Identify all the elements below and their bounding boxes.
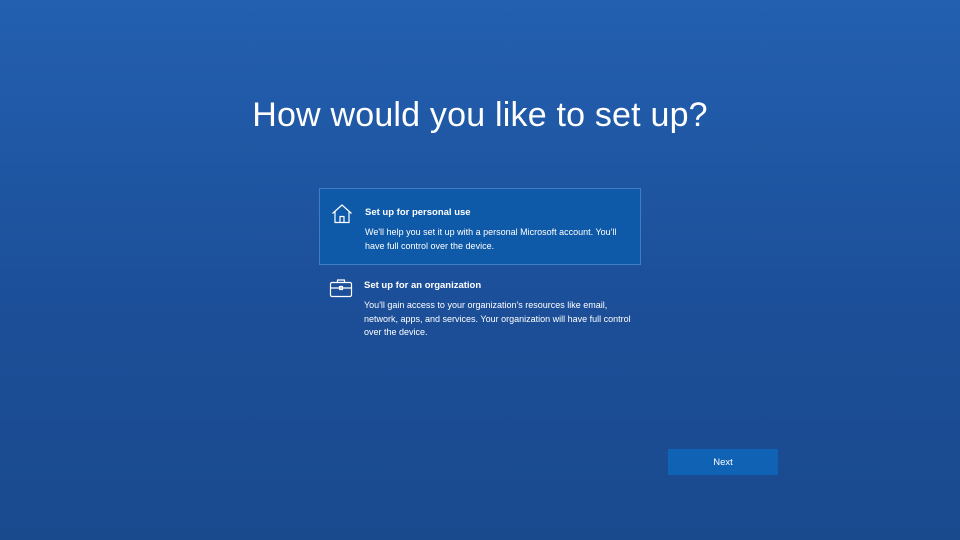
home-icon [330, 202, 354, 226]
option-personal-use-title: Set up for personal use [365, 207, 471, 218]
next-button[interactable]: Next [668, 449, 778, 475]
option-personal-use-description: We'll help you set it up with a personal… [365, 227, 617, 251]
briefcase-icon [329, 276, 353, 300]
option-organization-title: Set up for an organization [364, 280, 482, 291]
option-organization-description: You'll gain access to your organization'… [364, 300, 631, 337]
option-organization[interactable]: Set up for an organization You'll gain a… [319, 263, 641, 353]
page-title: How would you like to set up? [252, 96, 708, 134]
option-personal-use[interactable]: Set up for personal use We'll help you s… [319, 188, 641, 265]
